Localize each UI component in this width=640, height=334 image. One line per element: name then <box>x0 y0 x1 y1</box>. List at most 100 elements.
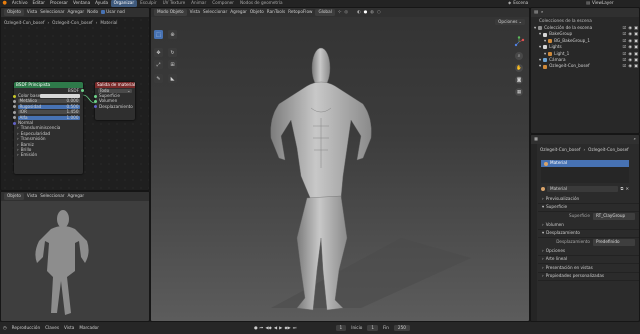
timeline-menu-claves[interactable]: Claves <box>45 325 59 330</box>
checkbox-icon[interactable]: ☑ <box>623 51 627 56</box>
properties-section[interactable]: › Presentación en vistas <box>538 264 639 273</box>
close-icon[interactable]: ✕ <box>625 186 629 191</box>
eye-icon[interactable]: ◉ <box>628 51 632 56</box>
breadcrumb-mesh[interactable]: Ozlegeit-Con_bosef <box>588 147 628 152</box>
properties-section[interactable]: › Previsualización <box>538 195 639 204</box>
chevron-down-icon[interactable]: ▾ <box>539 32 541 36</box>
outliner-item[interactable]: ▾ Ozlegeit-Con_bosef ☑ ◉ ▣ <box>531 63 639 69</box>
properties-section[interactable]: › Volumen <box>538 221 639 230</box>
checkbox-icon[interactable]: ☑ <box>623 25 627 30</box>
preview-menu-agregar[interactable]: Agregar <box>67 194 84 198</box>
camera-icon[interactable]: ▣ <box>634 25 638 30</box>
chevron-down-icon[interactable]: ▾ <box>534 25 536 30</box>
chevron-down-icon[interactable]: ▾ <box>539 45 541 49</box>
eye-icon[interactable]: ◉ <box>628 38 632 43</box>
eye-icon[interactable]: ◉ <box>628 25 632 30</box>
start-frame-field[interactable]: 1 <box>367 324 378 332</box>
eye-icon[interactable]: ◉ <box>628 45 632 49</box>
properties-section[interactable]: › Opciones <box>538 247 639 256</box>
surface-socket[interactable] <box>94 94 97 98</box>
bsdf-section-emision[interactable]: › Emisión <box>14 153 83 158</box>
checkbox-icon[interactable]: ☑ <box>623 57 627 62</box>
properties-editor[interactable]: ▦ ⌕ Ozlegeit-Con_bosef › Ozlegeit-Con_bo… <box>530 134 640 322</box>
tab-esculpir[interactable]: Esculpir <box>137 0 160 6</box>
chevron-down-icon[interactable]: ▾ <box>544 51 546 56</box>
main-viewport[interactable]: Modo Objeto Vista Seleccionar Agregar Ob… <box>150 7 530 322</box>
properties-field-value[interactable]: RT_ClayGroup <box>593 213 635 220</box>
blender-logo-icon[interactable]: ● <box>3 1 7 6</box>
bsdf-node[interactable]: BSDF Principista BSDF Color base Metálic… <box>13 82 84 174</box>
eye-icon[interactable]: ◉ <box>628 64 632 68</box>
jump-end-icon[interactable]: ⏭ <box>293 325 297 330</box>
menu-procesar[interactable]: Procesar <box>50 1 68 5</box>
timeline-menu-marcador[interactable]: Marcador <box>79 325 99 330</box>
color-socket[interactable] <box>13 94 16 98</box>
tab-componer[interactable]: Componer <box>209 0 237 6</box>
node-editor[interactable]: Objeto Vista Seleccionar Agregar Nodo Us… <box>0 7 150 191</box>
chevron-down-icon[interactable]: ▾ <box>544 38 546 43</box>
breadcrumb-object[interactable]: Ozlegeit-Con_bosef <box>540 147 580 152</box>
timeline-editor-icon[interactable]: ◷ <box>3 325 7 330</box>
tab-nodos-geometria[interactable]: Nodos de geometría <box>237 0 286 6</box>
checkbox-icon[interactable]: ☑ <box>623 38 627 43</box>
jump-start-icon[interactable]: ⏮ <box>260 325 264 330</box>
preview-menu-seleccionar[interactable]: Seleccionar <box>40 194 64 198</box>
properties-type-icon[interactable]: ▦ <box>534 137 538 141</box>
search-icon[interactable]: ⌕ <box>541 10 543 14</box>
outliner[interactable]: ▤ ⌕ Colecciones de la escena ▾ Colección … <box>530 7 640 134</box>
prev-key-icon[interactable]: ◀◆ <box>265 325 271 330</box>
tab-organizar[interactable]: Organizar <box>110 0 138 7</box>
scene-selector[interactable]: ◆ Escena <box>508 0 528 5</box>
camera-icon[interactable]: ▣ <box>634 57 638 62</box>
displacement-socket[interactable] <box>94 105 97 109</box>
properties-section[interactable]: › Propiedades personalizadas <box>538 273 639 281</box>
ior-field[interactable]: IOR 1.450 <box>18 109 80 115</box>
properties-field-value[interactable]: Predefinido <box>593 239 635 246</box>
camera-icon[interactable]: ▣ <box>634 32 638 36</box>
search-icon[interactable]: ⌕ <box>634 137 636 141</box>
eye-icon[interactable]: ◉ <box>628 57 632 62</box>
end-frame-field[interactable]: 250 <box>393 324 410 332</box>
volume-socket[interactable] <box>94 99 97 103</box>
properties-section[interactable]: ▾ Desplazamiento <box>538 230 639 238</box>
preview-mode[interactable]: Objeto <box>4 193 24 200</box>
next-key-icon[interactable]: ◆▶ <box>284 325 290 330</box>
material-output-node[interactable]: Salida de material Todo ⌄ Superficie Volu… <box>94 82 135 120</box>
tab-uv-texture[interactable]: UV Texture <box>160 0 189 6</box>
camera-icon[interactable]: ▣ <box>634 45 638 49</box>
normal-socket[interactable] <box>13 121 16 125</box>
roughness-socket[interactable] <box>13 105 16 109</box>
menu-archivo[interactable]: Archivo <box>12 1 28 5</box>
camera-icon[interactable]: ▣ <box>634 64 638 68</box>
play-reverse-icon[interactable]: ◀ <box>274 325 277 330</box>
menu-ayuda[interactable]: Ayuda <box>95 1 108 5</box>
copy-icon[interactable]: ⧉ <box>620 186 623 191</box>
checkbox-icon[interactable]: ☑ <box>623 64 627 68</box>
current-frame-field[interactable]: 1 <box>335 324 347 332</box>
metallic-socket[interactable] <box>13 99 16 103</box>
camera-icon[interactable]: ▣ <box>634 38 638 43</box>
material-datablock[interactable]: Material ⧉ ✕ <box>541 185 629 193</box>
checkbox-icon[interactable]: ☑ <box>623 45 627 49</box>
chevron-down-icon[interactable]: ▾ <box>539 57 541 62</box>
menu-ventana[interactable]: Ventana <box>73 1 90 5</box>
outliner-display-icon[interactable]: ▤ <box>534 10 538 14</box>
chevron-down-icon[interactable]: ▾ <box>539 64 541 68</box>
alpha-socket[interactable] <box>13 116 16 120</box>
properties-section[interactable]: ▾ Superficie <box>538 204 639 212</box>
preview-viewport[interactable]: Objeto Vista Seleccionar Agregar <box>0 191 150 322</box>
properties-section[interactable]: › Arte lineal <box>538 256 639 264</box>
material-slot-item[interactable]: Material <box>541 160 629 167</box>
record-icon[interactable]: ● <box>254 325 258 330</box>
timeline-menu-vista[interactable]: Vista <box>64 325 74 330</box>
tab-animar[interactable]: Animar <box>188 0 209 6</box>
timeline[interactable]: ◷ Reproducción Claves Vista Marcador ● ⏮… <box>0 322 640 334</box>
checkbox-icon[interactable]: ☑ <box>623 32 627 36</box>
camera-icon[interactable]: ▣ <box>634 51 638 56</box>
metallic-field[interactable]: Metálico 0.000 <box>18 99 80 104</box>
eye-icon[interactable]: ◉ <box>628 32 632 36</box>
timeline-menu-reproduccion[interactable]: Reproducción <box>12 325 40 330</box>
viewlayer-selector[interactable]: ▤ ViewLayer <box>586 0 614 5</box>
menu-editar[interactable]: Editar <box>33 1 45 5</box>
preview-menu-vista[interactable]: Vista <box>27 194 37 198</box>
